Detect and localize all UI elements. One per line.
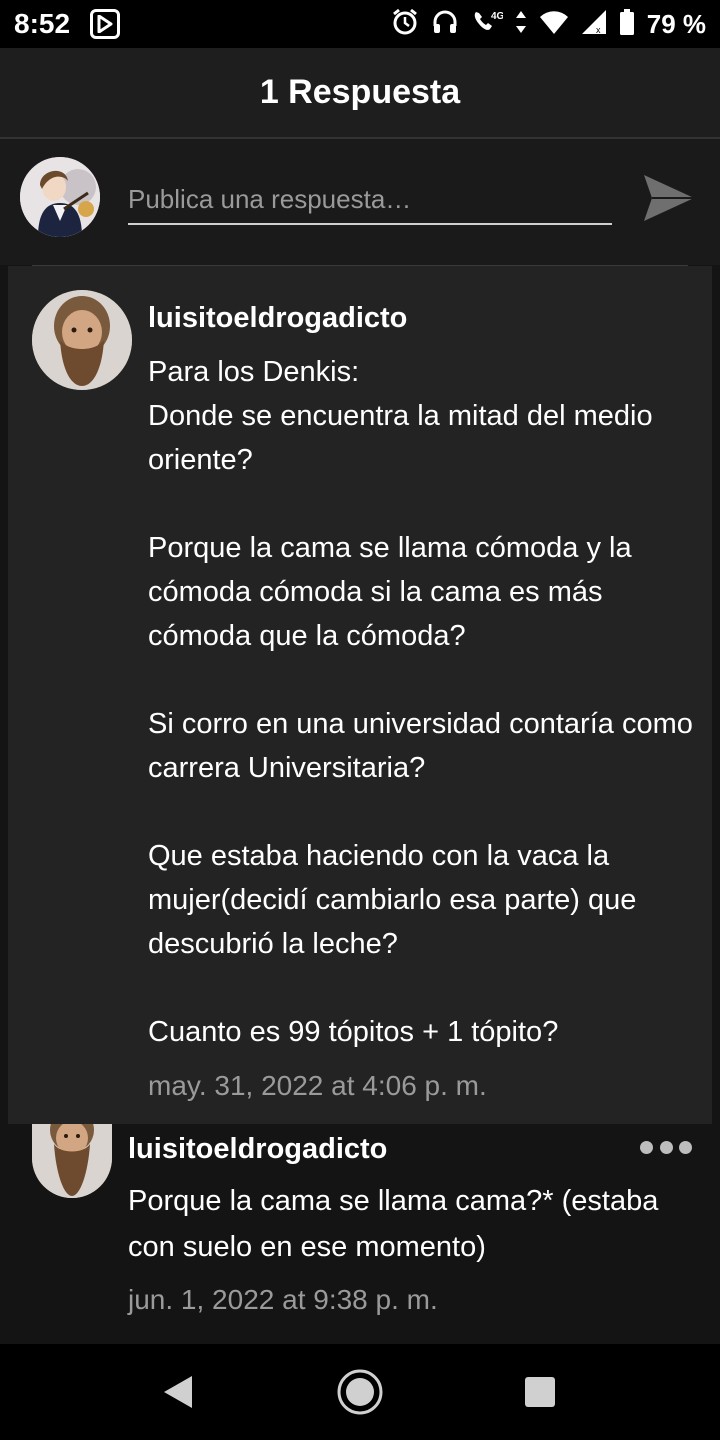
battery-icon xyxy=(619,8,635,41)
signal-icon: x xyxy=(581,9,607,40)
reply-item: luisitoeldrogadicto Porque la cama se ll… xyxy=(0,1124,720,1344)
header: 1 Respuesta xyxy=(0,48,720,139)
parent-comment: luisitoeldrogadicto Para los Denkis: Don… xyxy=(8,266,712,1124)
data-arrows-icon xyxy=(515,8,527,41)
avatar[interactable] xyxy=(20,157,100,237)
comment-paragraph: Porque la cama se llama cómoda y la cómo… xyxy=(148,532,632,652)
reply-username[interactable]: luisitoeldrogadicto xyxy=(128,1133,387,1166)
alarm-icon xyxy=(391,8,419,41)
comment-paragraph: Cuanto es 99 tópitos + 1 tópito? xyxy=(148,1016,559,1048)
back-icon[interactable] xyxy=(156,1368,204,1416)
reply-timestamp: jun. 1, 2022 at 9:38 p. m. xyxy=(128,1284,438,1315)
reply-input[interactable] xyxy=(128,175,612,225)
status-bar: 8:52 4G x 79 % xyxy=(0,0,720,48)
battery-percent: 79 % xyxy=(646,8,706,39)
send-icon[interactable] xyxy=(640,169,698,227)
wifi-icon xyxy=(539,9,569,40)
volte-4g-icon: 4G xyxy=(471,8,504,41)
home-icon[interactable] xyxy=(334,1366,386,1418)
more-dots-icon[interactable] xyxy=(640,1134,692,1160)
comment-paragraph: Que estaba haciendo con la vaca la mujer… xyxy=(148,840,637,960)
comment-paragraph: Para los Denkis: Donde se encuentra la m… xyxy=(148,356,653,476)
play-store-icon xyxy=(90,9,121,39)
svg-text:x: x xyxy=(596,25,601,35)
system-nav-bar xyxy=(0,1344,720,1440)
reply-body: Porque la cama se llama cama?* (estaba c… xyxy=(128,1185,659,1263)
avatar[interactable] xyxy=(32,290,132,390)
comment-username[interactable]: luisitoeldrogadicto xyxy=(148,302,407,335)
status-time: 8:52 xyxy=(14,8,71,39)
recents-icon[interactable] xyxy=(516,1368,564,1416)
comment-timestamp: may. 31, 2022 at 4:06 p. m. xyxy=(148,1070,487,1101)
avatar[interactable] xyxy=(32,1124,112,1198)
comment-paragraph: Si corro en una universidad contaría com… xyxy=(148,708,693,784)
page-title: 1 Respuesta xyxy=(259,73,461,111)
headphones-icon xyxy=(431,8,459,41)
comment-body: Para los Denkis: Donde se encuentra la m… xyxy=(148,350,693,1054)
svg-text:4G: 4G xyxy=(491,11,503,22)
reply-composer xyxy=(0,139,720,266)
